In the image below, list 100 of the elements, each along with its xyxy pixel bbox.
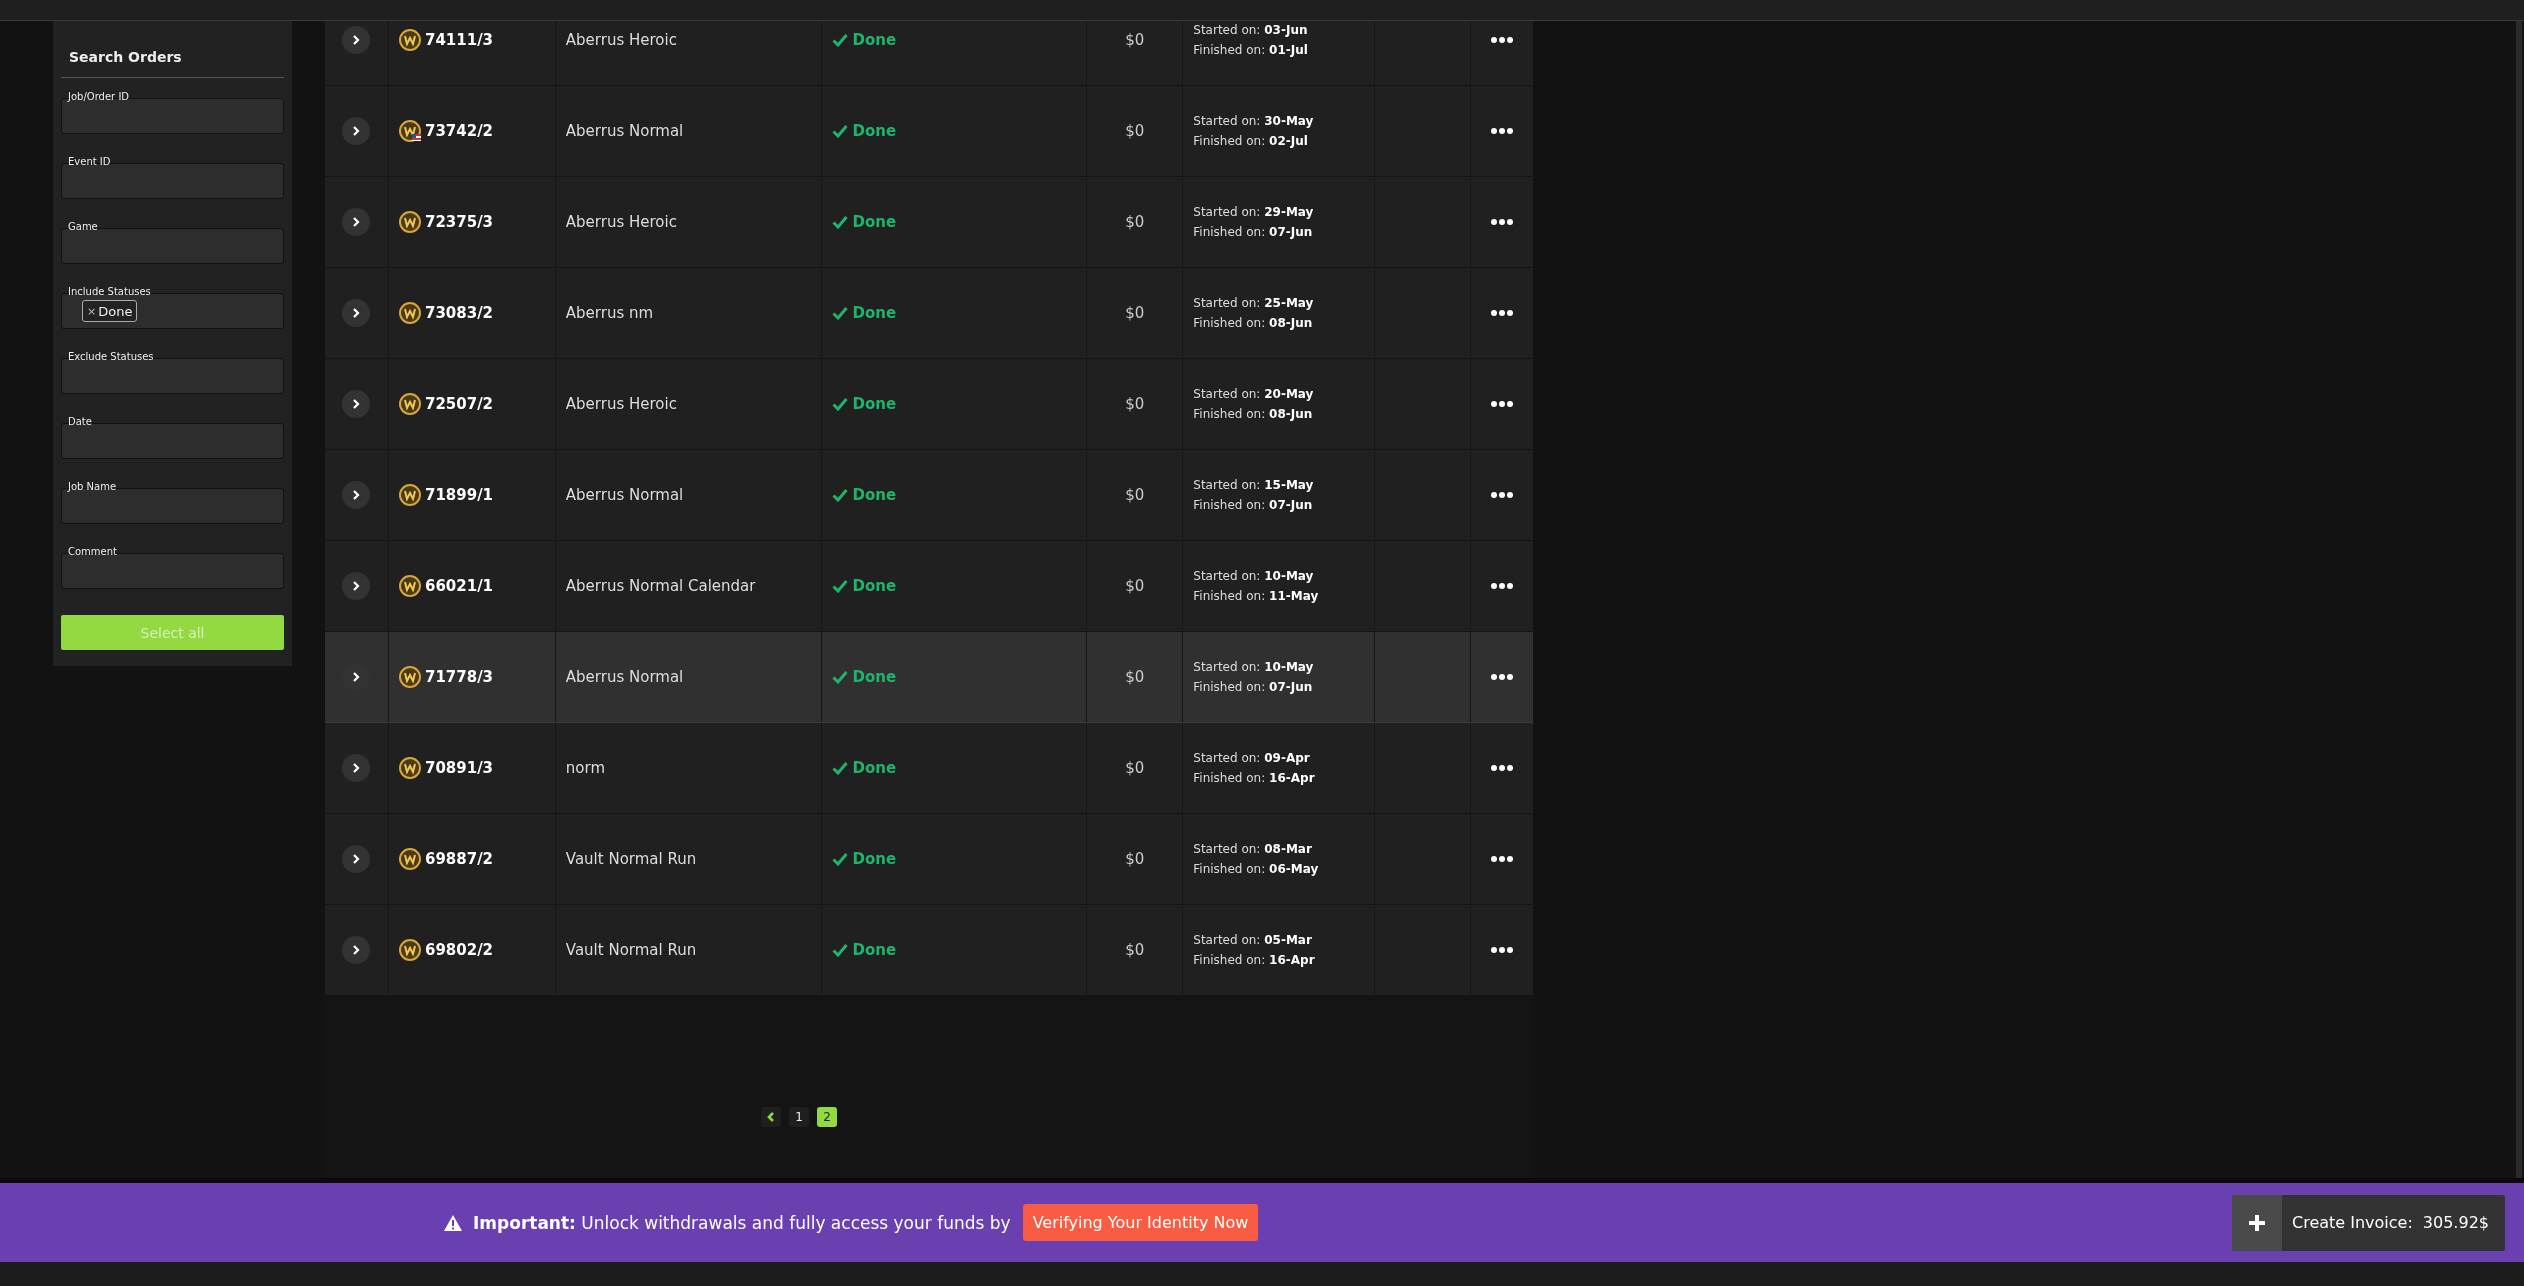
status-text: Done	[852, 304, 897, 322]
expand-button[interactable]	[342, 299, 371, 327]
expand-button[interactable]	[342, 26, 371, 54]
chevron-right-icon	[351, 125, 362, 137]
more-button[interactable]	[1489, 399, 1516, 409]
check-icon	[831, 33, 848, 47]
finish-date: Finished on: 06-May	[1193, 862, 1319, 876]
check-icon	[831, 215, 848, 229]
previous-page-button[interactable]	[761, 1107, 781, 1127]
finish-date: Finished on: 08-Jun	[1193, 407, 1313, 421]
more-button[interactable]	[1489, 945, 1516, 955]
input-field[interactable]	[61, 163, 284, 199]
start-date: Started on: 15-May	[1193, 478, 1314, 492]
finish-date: Finished on: 16-Apr	[1193, 953, 1315, 967]
more-button[interactable]	[1489, 35, 1516, 45]
order-id: 69887/2	[424, 850, 494, 868]
expand-button[interactable]	[342, 390, 371, 418]
amount: $0	[1125, 31, 1145, 49]
finish-date: Finished on: 16-Apr	[1193, 771, 1315, 785]
more-dots-icon	[1491, 128, 1514, 134]
order-id: 66021/1	[424, 577, 494, 595]
check-icon	[831, 579, 848, 593]
panel-title: Search Orders	[68, 49, 183, 65]
status-text: Done	[852, 486, 897, 504]
check-icon	[831, 761, 848, 775]
expand-button[interactable]	[342, 845, 371, 873]
status-text: Done	[852, 31, 897, 49]
status-text: Done	[852, 850, 897, 868]
expand-button[interactable]	[342, 754, 371, 782]
amount: $0	[1125, 668, 1145, 686]
expand-button[interactable]	[342, 117, 371, 145]
chevron-right-icon	[351, 34, 362, 46]
job-name: Aberrus Normal	[565, 486, 684, 504]
field-label: Job Name	[68, 481, 117, 492]
order-id: 69802/2	[424, 941, 494, 959]
start-date: Started on: 09-Apr	[1193, 751, 1310, 765]
order-id: 72375/3	[424, 213, 494, 231]
finish-date: Finished on: 01-Jul	[1193, 43, 1308, 57]
order-id: 70891/3	[424, 759, 494, 777]
amount: $0	[1125, 759, 1145, 777]
remove-tag-button[interactable]: ×	[87, 304, 97, 318]
field-label: Date	[68, 416, 92, 427]
check-icon	[831, 397, 848, 411]
expand-button[interactable]	[342, 481, 371, 509]
plus-icon	[2247, 1212, 2267, 1233]
page-button[interactable]: 1	[789, 1107, 809, 1127]
finish-date: Finished on: 08-Jun	[1193, 316, 1313, 330]
more-button[interactable]	[1489, 126, 1516, 136]
start-date: Started on: 25-May	[1193, 296, 1314, 310]
more-button[interactable]	[1489, 672, 1516, 682]
finish-date: Finished on: 07-Jun	[1193, 680, 1313, 694]
order-id: 74111/3	[424, 31, 494, 49]
more-dots-icon	[1491, 310, 1514, 316]
amount: $0	[1125, 577, 1145, 595]
input-field[interactable]	[61, 358, 284, 394]
more-button[interactable]	[1489, 581, 1516, 591]
notice-text: Important: Unlock withdrawals and fully access your funds by	[473, 1212, 1011, 1233]
finish-date: Finished on: 02-Jul	[1193, 134, 1308, 148]
chevron-right-icon	[351, 216, 362, 228]
create-invoice-button[interactable]: Create Invoice: 305.92$	[2232, 1194, 2505, 1251]
job-name: norm	[565, 759, 605, 777]
amount: $0	[1125, 213, 1145, 231]
amount: $0	[1125, 941, 1145, 959]
amount: $0	[1125, 304, 1145, 322]
more-dots-icon	[1491, 765, 1514, 771]
more-button[interactable]	[1489, 854, 1516, 864]
more-button[interactable]	[1489, 490, 1516, 500]
job-name: Aberrus Heroic	[565, 31, 677, 49]
more-dots-icon	[1491, 37, 1514, 43]
expand-button[interactable]	[342, 208, 371, 236]
status-text: Done	[852, 122, 897, 140]
more-button[interactable]	[1489, 308, 1516, 318]
start-date: Started on: 30-May	[1193, 114, 1314, 128]
more-dots-icon	[1491, 401, 1514, 407]
expand-button[interactable]	[342, 936, 371, 964]
more-dots-icon	[1491, 219, 1514, 225]
input-field[interactable]	[61, 228, 284, 264]
job-name: Aberrus Heroic	[565, 213, 677, 231]
job-name: Aberrus Normal	[565, 122, 684, 140]
check-icon	[831, 306, 848, 320]
more-button[interactable]	[1489, 217, 1516, 227]
scrollbar[interactable]	[2516, 21, 2522, 1178]
chevron-right-icon	[351, 671, 362, 683]
amount: $0	[1125, 486, 1145, 504]
more-button[interactable]	[1489, 763, 1516, 773]
chevron-right-icon	[351, 580, 362, 592]
job-name: Aberrus Normal	[565, 668, 684, 686]
order-id: 71899/1	[424, 486, 494, 504]
page-button[interactable]: 2	[817, 1107, 837, 1127]
chevron-right-icon	[351, 944, 362, 956]
field-label: Comment	[68, 546, 117, 557]
input-field[interactable]	[61, 423, 284, 459]
status-text: Done	[852, 759, 897, 777]
status-text: Done	[852, 941, 897, 959]
check-icon	[831, 670, 848, 684]
expand-button[interactable]	[342, 572, 371, 600]
field-label: Event ID	[68, 156, 111, 167]
check-icon	[831, 943, 848, 957]
input-field[interactable]	[61, 553, 284, 589]
start-date: Started on: 20-May	[1193, 387, 1314, 401]
